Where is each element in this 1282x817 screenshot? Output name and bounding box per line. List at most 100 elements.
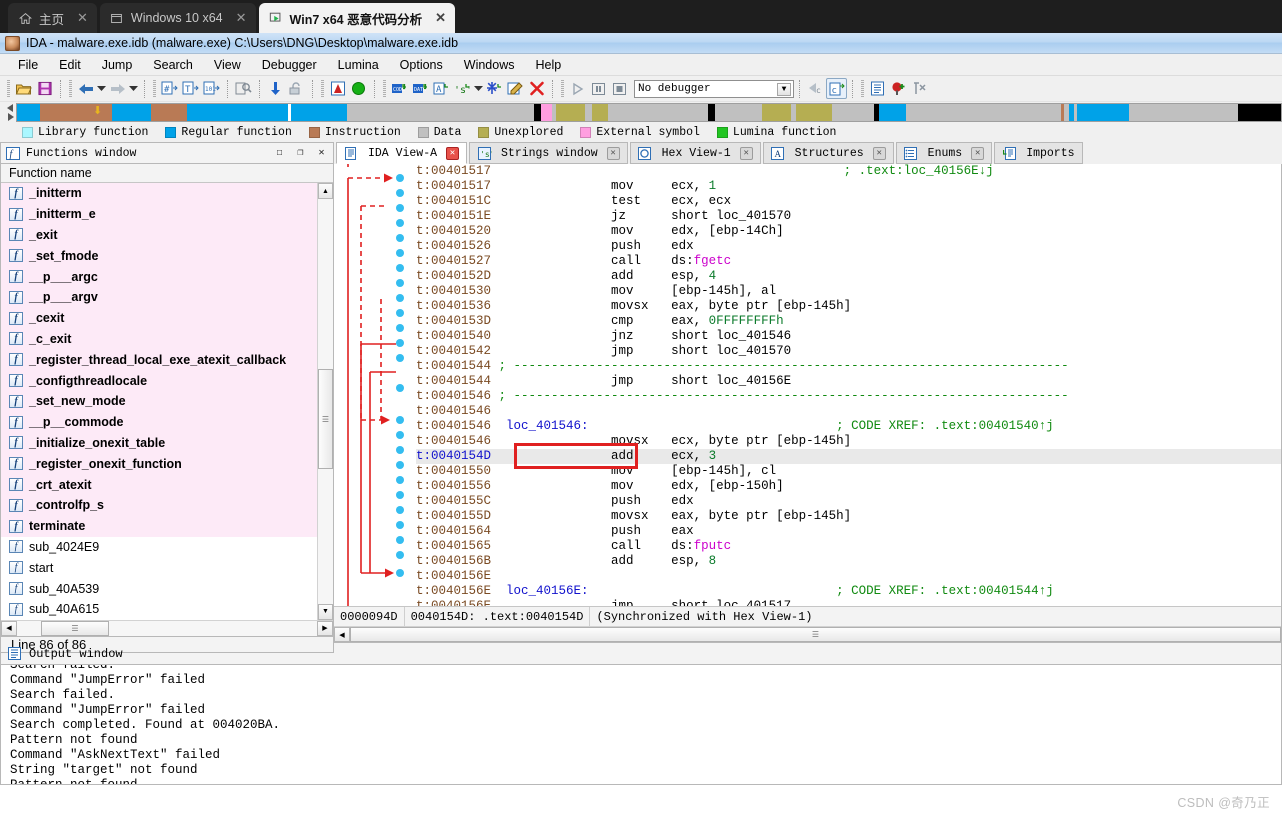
- down-arrow-icon[interactable]: [265, 78, 286, 99]
- close-icon[interactable]: ✕: [446, 146, 460, 160]
- disassembly-line[interactable]: t:0040152D add esp, 4: [416, 269, 1281, 284]
- struct-dropdown-icon[interactable]: [473, 78, 484, 99]
- disassembly-line[interactable]: t:0040156E loc_40156E: ; CODE XREF: .tex…: [416, 584, 1281, 599]
- close-icon[interactable]: ✕: [435, 10, 446, 26]
- back-dropdown-icon[interactable]: [96, 78, 107, 99]
- tab-ida-view-a[interactable]: IDA View-A ✕: [336, 142, 468, 164]
- tab-hex-view-1[interactable]: Hex View-1 ✕: [629, 142, 761, 164]
- disassembly-line[interactable]: t:00401544 jmp short loc_40156E: [416, 374, 1281, 389]
- menu-jump[interactable]: Jump: [92, 56, 143, 74]
- toolbar-grip[interactable]: [69, 80, 72, 97]
- toolbar-grip[interactable]: [7, 80, 10, 97]
- forward-dropdown-icon[interactable]: [128, 78, 139, 99]
- disassembly-line[interactable]: t:00401530 mov [ebp-145h], al: [416, 284, 1281, 299]
- tab-enums[interactable]: Enums ✕: [895, 142, 993, 164]
- unlock-icon[interactable]: [286, 78, 307, 99]
- menu-edit[interactable]: Edit: [49, 56, 91, 74]
- lumina-push-icon[interactable]: [888, 78, 909, 99]
- disassembly-line[interactable]: t:00401542 jmp short loc_401570: [416, 344, 1281, 359]
- jump-to-number-icon[interactable]: 101: [201, 78, 222, 99]
- disassembly-line[interactable]: t:0040156B add esp, 8: [416, 554, 1281, 569]
- tab-imports[interactable]: Imports: [994, 142, 1083, 164]
- list-item[interactable]: f terminate: [1, 515, 317, 537]
- list-item[interactable]: f _configthreadlocale: [1, 370, 317, 391]
- open-file-icon[interactable]: [13, 78, 34, 99]
- menu-windows[interactable]: Windows: [454, 56, 525, 74]
- close-icon[interactable]: ✕: [971, 146, 985, 160]
- menu-search[interactable]: Search: [143, 56, 203, 74]
- disassembly-lines[interactable]: t:00401517 ; .text:loc_40156E↓j t:0040151…: [416, 164, 1281, 606]
- debugger-select[interactable]: No debugger ▼: [634, 79, 794, 98]
- list-item[interactable]: f _register_thread_local_exe_atexit_callb…: [1, 349, 317, 371]
- list-item[interactable]: f start: [1, 557, 317, 579]
- maximize-button[interactable]: ☐: [272, 146, 287, 160]
- disassembly-line[interactable]: t:00401526 push edx: [416, 239, 1281, 254]
- functions-list[interactable]: f _initterm f _initterm_e f _exit f _set_fmode f…: [1, 183, 317, 620]
- close-button[interactable]: ✕: [314, 146, 329, 160]
- navigation-band[interactable]: ⬇: [16, 103, 1282, 122]
- forward-arrow-icon[interactable]: [107, 78, 128, 99]
- disassembly-line[interactable]: t:00401536 movsx eax, byte ptr [ebp-145h…: [416, 299, 1281, 314]
- disassembly-line[interactable]: t:00401546 ; ---------------------------…: [416, 389, 1281, 404]
- menu-options[interactable]: Options: [390, 56, 453, 74]
- disassembly-line[interactable]: t:00401564 push eax: [416, 524, 1281, 539]
- disassembly-line[interactable]: t:00401520 mov edx, [ebp-14Ch]: [416, 224, 1281, 239]
- disassembly-line[interactable]: t:00401517 ; .text:loc_40156E↓j: [416, 164, 1281, 179]
- save-icon[interactable]: [34, 78, 55, 99]
- scroll-right-icon[interactable]: ▶: [317, 620, 333, 636]
- make-array-icon[interactable]: [484, 78, 505, 99]
- disassembly-line[interactable]: t:00401565 call ds:fputc: [416, 539, 1281, 554]
- list-item[interactable]: f _initialize_onexit_table: [1, 432, 317, 454]
- toolbar-grip[interactable]: [321, 80, 324, 97]
- close-icon[interactable]: ✕: [77, 10, 88, 26]
- scroll-up-icon[interactable]: ▲: [318, 183, 333, 199]
- list-item[interactable]: f _cexit: [1, 307, 317, 329]
- disassembly-line[interactable]: t:0040155D movsx eax, byte ptr [ebp-145h…: [416, 509, 1281, 524]
- disassembly-line[interactable]: t:00401556 mov edx, [ebp-150h]: [416, 479, 1281, 494]
- decompile-icon[interactable]: c: [826, 78, 847, 99]
- list-item[interactable]: f _set_fmode: [1, 245, 317, 267]
- toolbar-grip[interactable]: [861, 80, 864, 97]
- chevron-down-icon[interactable]: ▼: [777, 82, 791, 96]
- close-icon[interactable]: ✕: [872, 146, 886, 160]
- disassembly-line[interactable]: t:0040156E jmp short loc_401517: [416, 599, 1281, 606]
- make-data-icon[interactable]: DATA: [410, 78, 431, 99]
- list-item[interactable]: f _register_onexit_function: [1, 453, 317, 475]
- disassembly-line[interactable]: t:00401544 ; ---------------------------…: [416, 359, 1281, 374]
- lumina-info-icon[interactable]: [867, 78, 888, 99]
- scroll-left-icon[interactable]: ◀: [1, 620, 17, 636]
- menu-help[interactable]: Help: [525, 56, 571, 74]
- list-item[interactable]: f sub_4024E9: [1, 536, 317, 558]
- make-ascii-icon[interactable]: A: [431, 78, 452, 99]
- list-item[interactable]: f _initterm_e: [1, 203, 317, 225]
- list-item[interactable]: f _crt_atexit: [1, 474, 317, 495]
- binary-search-icon[interactable]: [233, 78, 254, 99]
- toolbar-grip[interactable]: [561, 80, 564, 97]
- disassembly-horizontal-scrollbar[interactable]: ◀ ☰: [334, 626, 1281, 642]
- disassembly-line[interactable]: t:0040155C push edx: [416, 494, 1281, 509]
- tab-strings-window[interactable]: 's' Strings window ✕: [469, 142, 628, 164]
- decompile-gray-icon[interactable]: c: [805, 78, 826, 99]
- list-item[interactable]: f sub_40A615: [1, 598, 317, 620]
- menu-debugger[interactable]: Debugger: [252, 56, 327, 74]
- disassembly-line[interactable]: t:0040153D cmp eax, 0FFFFFFFFh: [416, 314, 1281, 329]
- scrollbar-track[interactable]: ☰: [350, 627, 1281, 642]
- pause-icon[interactable]: [588, 78, 609, 99]
- scrollbar-track[interactable]: ☰: [17, 620, 317, 636]
- jump-to-address-icon[interactable]: #: [159, 78, 180, 99]
- disassembly-line[interactable]: t:0040154D add ecx, 3: [416, 449, 1281, 464]
- functions-horizontal-scrollbar[interactable]: ◀ ☰ ▶: [1, 619, 333, 636]
- menu-file[interactable]: File: [8, 56, 48, 74]
- restore-button[interactable]: ❐: [293, 146, 308, 160]
- disassembly-line[interactable]: t:00401546: [416, 404, 1281, 419]
- scrollbar-thumb[interactable]: ☰: [318, 369, 333, 469]
- run-icon[interactable]: [567, 78, 588, 99]
- close-icon[interactable]: ✕: [236, 10, 247, 26]
- scrollbar-track[interactable]: ☰: [318, 199, 333, 604]
- green-circle-icon[interactable]: [348, 78, 369, 99]
- jump-to-name-icon[interactable]: T: [180, 78, 201, 99]
- vm-tab-windows10[interactable]: Windows 10 x64 ✕: [99, 3, 256, 33]
- functions-column-header[interactable]: Function name: [1, 164, 333, 183]
- output-window[interactable]: Search failed. Command "JumpError" failed…: [0, 665, 1282, 785]
- disassembly-line[interactable]: t:0040156E: [416, 569, 1281, 584]
